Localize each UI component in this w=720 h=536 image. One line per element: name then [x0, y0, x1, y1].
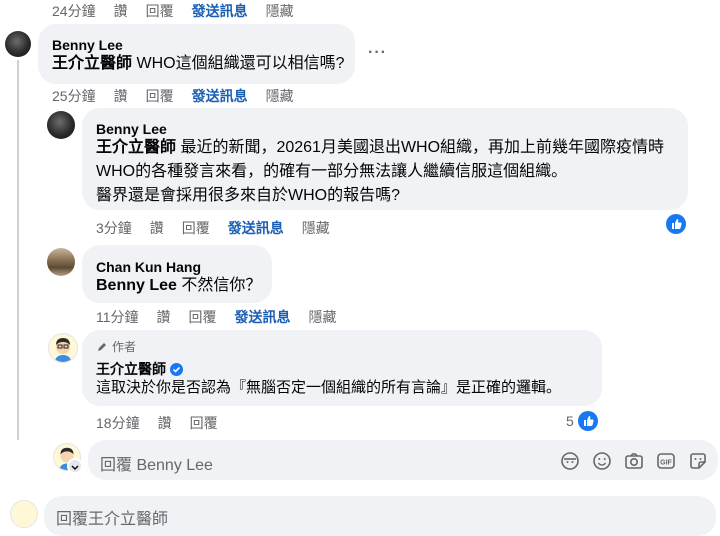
comment-text: 這取決於你是否認為『無腦否定一個組織的所有言論』是正確的邏輯。	[96, 379, 562, 396]
reply-button[interactable]: 回覆	[190, 413, 218, 433]
avatar[interactable]	[47, 248, 75, 276]
comment-bubble: Benny Lee 王介立醫師 最近的新聞，20261月美國退出WHO組織，再加…	[82, 108, 688, 210]
reply-button[interactable]: 回覆	[189, 307, 217, 327]
author-badge: 作者	[96, 338, 136, 355]
thread-line	[17, 60, 19, 440]
reply-button[interactable]: 回覆	[182, 218, 210, 238]
comment-text: Benny Lee 不然信你？	[96, 277, 262, 294]
timestamp[interactable]: 18分鐘	[96, 413, 140, 433]
avatar-sticker-icon[interactable]	[560, 451, 580, 471]
action-row: 25分鐘 讚 回覆 發送訊息 隱藏	[52, 86, 312, 106]
timestamp[interactable]: 24分鐘	[52, 1, 96, 21]
pen-icon	[98, 342, 106, 351]
chevron-down-icon[interactable]	[69, 460, 81, 472]
gif-icon[interactable]: GIF	[656, 451, 676, 471]
send-message-button[interactable]: 發送訊息	[235, 307, 291, 327]
comment-bubble: 作者 王介立醫師 這取決於你是否認為『無腦否定一個組織的所有言論』是正確的邏輯。	[82, 330, 602, 406]
reply-button[interactable]: 回覆	[146, 86, 174, 106]
like-button[interactable]: 讚	[150, 218, 164, 238]
send-message-button[interactable]: 發送訊息	[192, 1, 248, 21]
comment-text: 王介立醫師 WHO這個組織還可以相信嗎?	[52, 55, 345, 72]
reply-input-placeholder: 回覆 Benny Lee	[100, 457, 213, 474]
send-message-button[interactable]: 發送訊息	[228, 218, 284, 238]
reply-button[interactable]: 回覆	[146, 1, 174, 21]
reaction-count[interactable]: 5	[566, 413, 574, 429]
avatar[interactable]	[5, 31, 31, 57]
emoji-icon[interactable]	[592, 451, 612, 471]
hide-button[interactable]: 隱藏	[309, 307, 337, 327]
timestamp[interactable]: 11分鐘	[96, 307, 139, 327]
comment-bubble: Chan Kun Hang Benny Lee 不然信你？	[82, 245, 272, 303]
like-button[interactable]: 讚	[158, 413, 172, 433]
action-row: 18分鐘 讚 回覆	[96, 413, 236, 433]
like-reaction-icon[interactable]	[578, 411, 598, 431]
avatar[interactable]	[47, 111, 75, 139]
like-button[interactable]: 讚	[114, 1, 128, 21]
comment-author[interactable]: 王介立醫師	[96, 359, 183, 379]
timestamp[interactable]: 25分鐘	[52, 86, 96, 106]
user-avatar[interactable]	[10, 500, 38, 528]
like-button[interactable]: 讚	[114, 86, 128, 106]
camera-icon[interactable]	[624, 451, 644, 471]
verified-badge-icon	[170, 362, 183, 376]
mention-link[interactable]: 王介立醫師	[52, 55, 132, 72]
action-row: 3分鐘 讚 回覆 發送訊息 隱藏	[96, 218, 348, 238]
hide-button[interactable]: 隱藏	[266, 1, 294, 21]
action-row-top: 24分鐘 讚 回覆 發送訊息 隱藏	[52, 1, 312, 21]
hide-button[interactable]: 隱藏	[266, 86, 294, 106]
comment-author[interactable]: Chan Kun Hang	[96, 259, 201, 275]
author-avatar[interactable]	[48, 333, 78, 363]
mention-link[interactable]: 王介立醫師	[96, 139, 176, 156]
comment-author[interactable]: Benny Lee	[96, 121, 167, 137]
reply-input[interactable]: 回覆 Benny Lee GIF	[88, 440, 718, 480]
svg-text:GIF: GIF	[660, 459, 672, 466]
timestamp[interactable]: 3分鐘	[96, 218, 132, 238]
more-options-button[interactable]: ···	[368, 44, 387, 62]
sticker-icon[interactable]	[688, 451, 708, 471]
send-message-button[interactable]: 發送訊息	[192, 86, 248, 106]
like-reaction-icon[interactable]	[666, 214, 686, 234]
comment-author[interactable]: Benny Lee	[52, 37, 123, 53]
comment-bubble: Benny Lee 王介立醫師 WHO這個組織還可以相信嗎?	[38, 24, 355, 84]
mention-link[interactable]: Benny Lee	[96, 277, 177, 294]
reply-input[interactable]: 回覆王介立醫師	[44, 496, 716, 536]
action-row: 11分鐘 讚 回覆 發送訊息 隱藏	[96, 307, 355, 327]
comment-text: 王介立醫師 最近的新聞，20261月美國退出WHO組織，再加上前幾年國際疫情時 …	[96, 139, 665, 204]
hide-button[interactable]: 隱藏	[302, 218, 330, 238]
like-button[interactable]: 讚	[157, 307, 171, 327]
